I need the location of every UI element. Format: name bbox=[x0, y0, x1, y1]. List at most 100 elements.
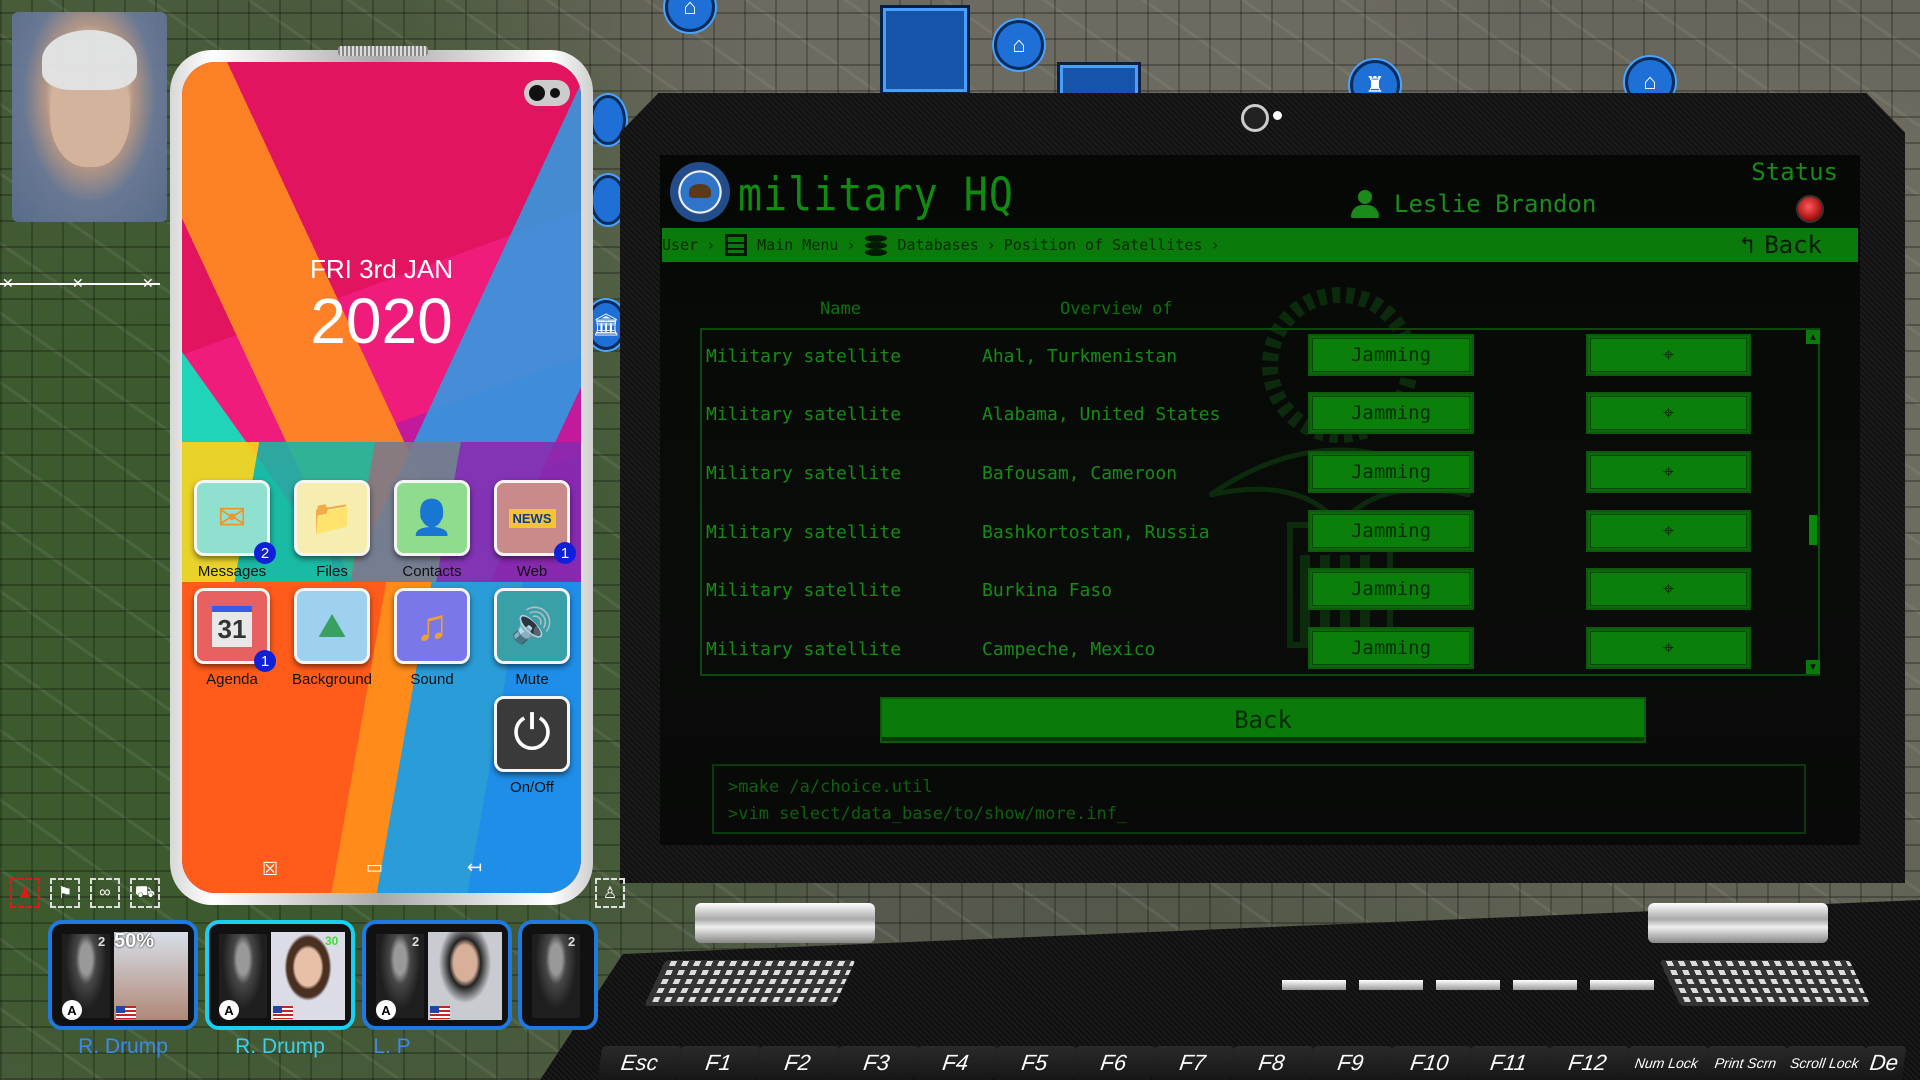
agent-filter-toolbar: ♟ ⚑ ∞ ⛟ bbox=[10, 878, 160, 908]
slot bbox=[1359, 980, 1423, 990]
jamming-button[interactable]: Jamming bbox=[1308, 392, 1474, 434]
key-scroll-lock[interactable]: Scroll Lock bbox=[1782, 1046, 1867, 1080]
locate-target-button[interactable]: ⌖ bbox=[1586, 510, 1751, 552]
breadcrumb-separator: › bbox=[1210, 236, 1220, 254]
house-marker-icon[interactable]: ⌂ bbox=[994, 20, 1044, 70]
jamming-button[interactable]: Jamming bbox=[1308, 451, 1474, 493]
smartphone: FRI 3rd JAN 2020 ✉ 2 Messages 📁 Files 👤 … bbox=[170, 50, 593, 905]
agent-rank-badge: A bbox=[376, 1000, 396, 1020]
status-label: Status bbox=[1751, 158, 1838, 186]
laptop-screen: military HQ Leslie Brandon Status User ›… bbox=[660, 155, 1860, 845]
jamming-button[interactable]: Jamming bbox=[1308, 510, 1474, 552]
agent-card[interactable]: 2 bbox=[518, 920, 598, 1030]
row-name: Military satellite bbox=[706, 580, 902, 601]
scroll-thumb[interactable] bbox=[1809, 515, 1817, 545]
locate-target-button[interactable]: ⌖ bbox=[1586, 334, 1751, 376]
locate-target-button[interactable]: ⌖ bbox=[1586, 451, 1751, 493]
back-top-button[interactable]: ↰ Back bbox=[1740, 228, 1822, 262]
contacts-label: Contacts bbox=[402, 563, 462, 580]
files-label: Files bbox=[316, 563, 348, 580]
table-scrollbar[interactable]: ▲ ▼ bbox=[1806, 330, 1820, 674]
key-print-screen[interactable]: Print Scrn bbox=[1703, 1046, 1788, 1080]
jamming-button[interactable]: Jamming bbox=[1308, 568, 1474, 610]
files-app[interactable]: 📁 bbox=[294, 480, 370, 556]
row-location: Bashkortostan, Russia bbox=[982, 522, 1210, 543]
breadcrumb-user[interactable]: User bbox=[662, 236, 698, 254]
key-esc[interactable]: Esc bbox=[597, 1046, 682, 1080]
table-row: Military satellite Ahal, Turkmenistan Ja… bbox=[702, 334, 1822, 384]
speaker-grill bbox=[644, 960, 856, 1006]
row-location: Campeche, Mexico bbox=[982, 639, 1156, 660]
sound-label: Sound bbox=[410, 671, 454, 688]
breadcrumb-main-menu[interactable]: Main Menu bbox=[757, 236, 838, 254]
power-app[interactable]: ⏻ bbox=[494, 696, 570, 772]
locate-target-button[interactable]: ⌖ bbox=[1586, 568, 1751, 610]
portrait-divider: ✕ ✕ ✕ bbox=[0, 275, 160, 295]
key-f2[interactable]: F2 bbox=[755, 1046, 840, 1080]
close-icon[interactable]: ✕ bbox=[142, 275, 154, 292]
agent-name: R. Drump bbox=[78, 1035, 168, 1058]
us-flag-icon bbox=[273, 1006, 293, 1019]
agent-card[interactable]: 30 A bbox=[205, 920, 355, 1030]
breadcrumb-separator: › bbox=[986, 236, 996, 254]
key-f11[interactable]: F11 bbox=[1466, 1046, 1551, 1080]
background-app[interactable]: ⛰ bbox=[294, 588, 370, 664]
us-flag-icon bbox=[116, 1006, 136, 1019]
key-f5[interactable]: F5 bbox=[992, 1046, 1077, 1080]
web-badge: 1 bbox=[554, 542, 576, 564]
sound-app[interactable]: ♫ bbox=[394, 588, 470, 664]
back-arrow-icon: ↰ bbox=[1739, 231, 1755, 259]
jamming-button[interactable]: Jamming bbox=[1308, 334, 1474, 376]
locate-target-button[interactable]: ⌖ bbox=[1586, 392, 1751, 434]
scroll-down-icon[interactable]: ▼ bbox=[1806, 660, 1820, 674]
database-icon bbox=[865, 234, 888, 256]
agent-card[interactable]: 2 50% A bbox=[48, 920, 198, 1030]
agent-map-card[interactable] bbox=[883, 8, 967, 92]
back-nav-icon[interactable]: ↤ bbox=[467, 857, 482, 878]
key-f12[interactable]: F12 bbox=[1545, 1046, 1630, 1080]
mask-filter-icon[interactable]: ∞ bbox=[90, 878, 120, 908]
close-icon[interactable]: ✕ bbox=[2, 275, 14, 292]
scroll-up-icon[interactable]: ▲ bbox=[1806, 330, 1820, 344]
close-app-icon[interactable]: ☒ bbox=[262, 859, 278, 880]
home-icon[interactable]: ▭ bbox=[366, 857, 383, 878]
back-button[interactable]: Back bbox=[880, 697, 1646, 743]
jamming-button[interactable]: Jamming bbox=[1308, 627, 1474, 669]
tank-filter-icon[interactable]: ⛟ bbox=[130, 878, 160, 908]
agent-filter-icon[interactable]: ♟ bbox=[10, 878, 40, 908]
key-f1[interactable]: F1 bbox=[676, 1046, 761, 1080]
key-f9[interactable]: F9 bbox=[1308, 1046, 1393, 1080]
crosshair-icon: ⌖ bbox=[1663, 578, 1674, 600]
agent-stat: 50% bbox=[114, 930, 155, 952]
flag-filter-icon[interactable]: ⚑ bbox=[50, 878, 80, 908]
slot bbox=[1590, 980, 1654, 990]
key-f4[interactable]: F4 bbox=[913, 1046, 998, 1080]
news-globe-icon: NEWS bbox=[508, 508, 556, 528]
locate-target-button[interactable]: ⌖ bbox=[1586, 627, 1751, 669]
key-num-lock[interactable]: Num Lock bbox=[1624, 1046, 1709, 1080]
row-location: Ahal, Turkmenistan bbox=[982, 346, 1178, 367]
crosshair-icon: ⌖ bbox=[1663, 461, 1674, 483]
envelope-icon: ✉ bbox=[217, 499, 247, 537]
key-delete[interactable]: De bbox=[1861, 1046, 1907, 1080]
add-agent-icon[interactable]: ♙ bbox=[595, 878, 625, 908]
key-f3[interactable]: F3 bbox=[834, 1046, 919, 1080]
slot bbox=[1436, 980, 1500, 990]
agent-portrait[interactable] bbox=[12, 12, 167, 222]
contacts-app[interactable]: 👤 bbox=[394, 480, 470, 556]
breadcrumb-position[interactable]: Position of Satellites bbox=[1004, 236, 1203, 254]
mute-app[interactable]: 🔊 bbox=[494, 588, 570, 664]
breadcrumb-databases[interactable]: Databases bbox=[897, 236, 978, 254]
key-f6[interactable]: F6 bbox=[1071, 1046, 1156, 1080]
row-location: Bafousam, Cameroon bbox=[982, 463, 1178, 484]
agent-card[interactable]: 2 A bbox=[362, 920, 512, 1030]
crosshair-icon: ⌖ bbox=[1663, 520, 1674, 542]
key-f10[interactable]: F10 bbox=[1387, 1046, 1472, 1080]
console-line: >make /a/choice.util bbox=[728, 777, 933, 797]
key-f8[interactable]: F8 bbox=[1229, 1046, 1314, 1080]
crosshair-icon: ⌖ bbox=[1663, 402, 1674, 424]
agent-stat: 30 bbox=[325, 934, 339, 948]
key-f7[interactable]: F7 bbox=[1150, 1046, 1235, 1080]
user-name: Leslie Brandon bbox=[1394, 190, 1597, 218]
close-icon[interactable]: ✕ bbox=[72, 275, 84, 292]
